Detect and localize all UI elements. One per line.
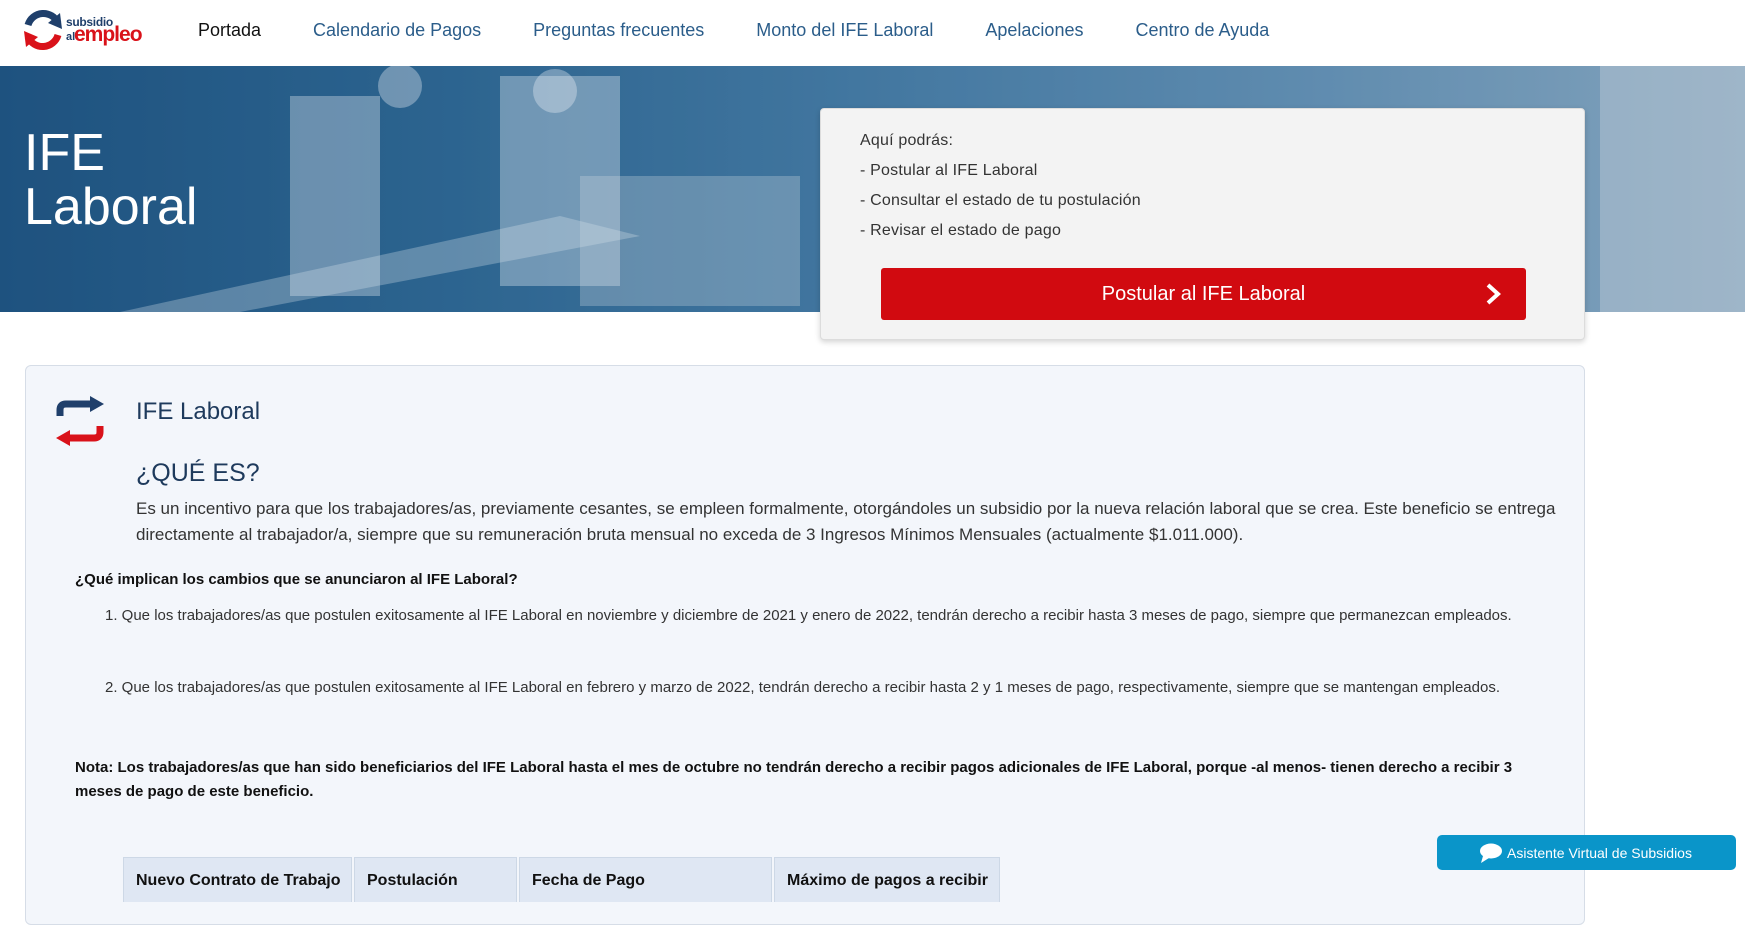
nota-text: Nota: Los trabajadores/as que han sido b… (75, 759, 1513, 800)
virtual-assistant-label: Asistente Virtual de Subsidios (1507, 844, 1692, 861)
hero-title-line2: Laboral (24, 178, 198, 236)
table-header-contrato: Nuevo Contrato de Trabajo (123, 857, 352, 902)
postular-button-label: Postular al IFE Laboral (1101, 282, 1306, 305)
ife-laboral-panel: IFE Laboral ¿QUÉ ES? Es un incentivo par… (25, 365, 1585, 925)
table-header-fecha-pago: Fecha de Pago (519, 857, 772, 902)
hero-title-line1: IFE (24, 124, 105, 182)
nav-link-apelaciones[interactable]: Apelaciones (985, 20, 1083, 41)
info-line-intro: Aquí podrás: (860, 132, 954, 149)
nav-link-portada[interactable]: Portada (198, 20, 261, 41)
cambios-question: ¿Qué implican los cambios que se anuncia… (75, 571, 518, 588)
nav-link-preguntas[interactable]: Preguntas frecuentes (533, 20, 704, 41)
cambios-item-2: 2. Que los trabajadores/as que postulen … (105, 679, 1500, 696)
nav-link-centro-ayuda[interactable]: Centro de Ayuda (1135, 20, 1269, 41)
exchange-arrows-icon (56, 396, 104, 446)
nav-link-calendario[interactable]: Calendario de Pagos (313, 20, 481, 41)
info-card: Aquí podrás: - Postular al IFE Laboral -… (820, 108, 1585, 340)
virtual-assistant-button[interactable]: Asistente Virtual de Subsidios (1437, 835, 1736, 870)
info-line-consultar: - Consultar el estado de tu postulación (860, 192, 1141, 209)
table-header-postulacion: Postulación (354, 857, 517, 902)
nav-link-monto[interactable]: Monto del IFE Laboral (756, 20, 933, 41)
postular-button[interactable]: Postular al IFE Laboral (881, 268, 1526, 320)
subsidio-al-empleo-logo[interactable]: subsidio al empleo (22, 9, 143, 53)
info-line-revisar: - Revisar el estado de pago (860, 222, 1062, 239)
que-es-description: Es un incentivo para que los trabajadore… (136, 499, 1556, 544)
info-line-postular: - Postular al IFE Laboral (860, 162, 1038, 179)
logo-arrows-icon (24, 10, 62, 50)
chat-bubble-icon (1480, 843, 1502, 863)
site-header: subsidio al empleo Portada Calendario de… (0, 0, 1745, 66)
table-header-maximo-pagos: Máximo de pagos a recibir (774, 857, 1000, 902)
hero-title: IFE Laboral (24, 126, 197, 234)
panel-title: IFE Laboral (136, 398, 261, 425)
chevron-right-icon (1486, 283, 1501, 305)
logo-text-empleo: empleo (74, 23, 143, 46)
main-nav: Portada Calendario de Pagos Preguntas fr… (198, 20, 1321, 41)
que-es-heading: ¿QUÉ ES? (136, 459, 260, 487)
cambios-item-1: 1. Que los trabajadores/as que postulen … (105, 607, 1512, 624)
